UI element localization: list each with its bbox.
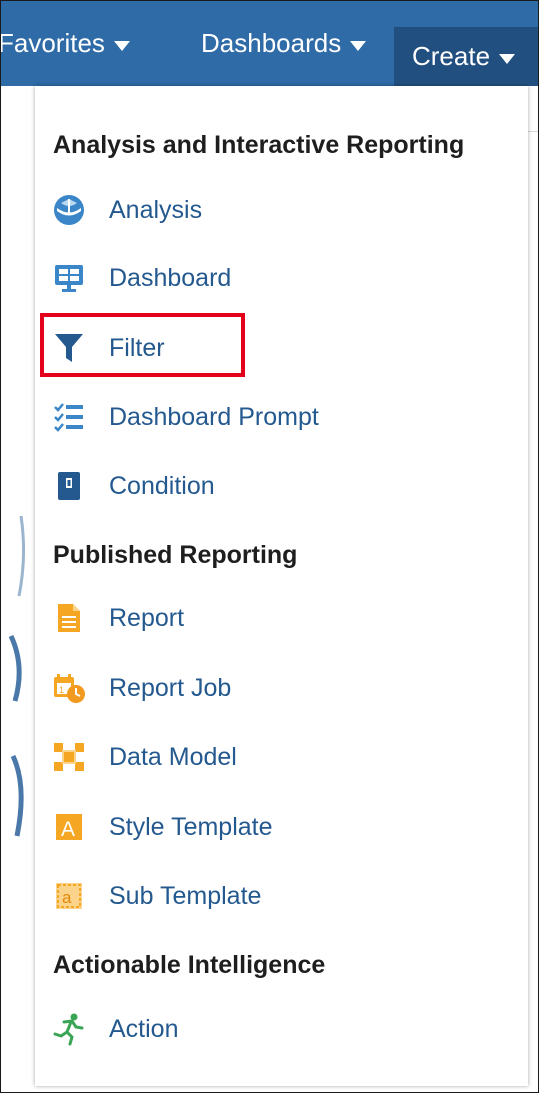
screenshot-frame: Favorites Dashboards Create Analysis and… bbox=[0, 0, 539, 1093]
menu-item-data-model[interactable]: Data Model bbox=[51, 731, 237, 783]
menu-item-label: Sub Template bbox=[109, 881, 262, 910]
sub-template-icon: a bbox=[51, 878, 87, 914]
background-divider bbox=[528, 131, 538, 132]
menu-item-label: Dashboard bbox=[109, 263, 232, 292]
menu-item-report[interactable]: Report bbox=[51, 592, 184, 644]
menu-item-label: Action bbox=[109, 1014, 179, 1043]
create-dropdown-menu: Analysis and Interactive Reporting Analy… bbox=[35, 86, 528, 1086]
dashboard-icon bbox=[51, 260, 87, 296]
dashboards-caret-icon bbox=[350, 40, 367, 51]
create-label: Create bbox=[412, 41, 491, 71]
menu-item-label: Report bbox=[109, 603, 185, 632]
background-graphic bbox=[8, 516, 26, 837]
create-caret-icon bbox=[499, 53, 516, 64]
filter-icon bbox=[51, 330, 87, 366]
section-heading-published-reporting: Published Reporting bbox=[53, 541, 298, 569]
favorites-menu[interactable]: Favorites bbox=[0, 1, 130, 86]
analysis-icon bbox=[51, 192, 87, 228]
dashboards-menu[interactable]: Dashboards bbox=[201, 1, 367, 86]
top-nav-bar: Favorites Dashboards Create bbox=[1, 1, 538, 86]
favorites-caret-icon bbox=[113, 40, 130, 51]
action-icon bbox=[51, 1011, 87, 1047]
menu-item-label: Filter bbox=[109, 333, 165, 362]
create-menu[interactable]: Create bbox=[394, 27, 538, 86]
menu-item-label: Data Model bbox=[109, 742, 237, 771]
svg-text:1: 1 bbox=[59, 685, 64, 695]
svg-text:a: a bbox=[62, 888, 72, 907]
menu-item-sub-template[interactable]: a Sub Template bbox=[51, 870, 261, 922]
background-page bbox=[1, 86, 31, 1092]
condition-icon bbox=[51, 468, 87, 504]
style-template-icon: A bbox=[51, 809, 87, 845]
dashboards-label: Dashboards bbox=[201, 28, 342, 58]
menu-item-report-job[interactable]: 1 Report Job bbox=[51, 662, 231, 714]
menu-item-condition[interactable]: Condition bbox=[51, 460, 215, 512]
favorites-label: Favorites bbox=[0, 28, 105, 58]
menu-item-dashboard-prompt[interactable]: Dashboard Prompt bbox=[51, 391, 319, 443]
section-heading-actionable-intelligence: Actionable Intelligence bbox=[53, 951, 326, 979]
menu-item-action[interactable]: Action bbox=[51, 1003, 178, 1055]
menu-item-label: Dashboard Prompt bbox=[109, 402, 319, 431]
menu-item-label: Condition bbox=[109, 471, 215, 500]
menu-item-dashboard[interactable]: Dashboard bbox=[51, 252, 231, 304]
menu-item-filter[interactable]: Filter bbox=[51, 322, 165, 374]
menu-item-label: Report Job bbox=[109, 673, 232, 702]
report-job-icon: 1 bbox=[51, 670, 87, 706]
menu-item-analysis[interactable]: Analysis bbox=[51, 184, 202, 236]
dashboard-prompt-icon bbox=[51, 399, 87, 435]
report-icon bbox=[51, 600, 87, 636]
menu-item-style-template[interactable]: A Style Template bbox=[51, 801, 273, 853]
section-heading-analysis: Analysis and Interactive Reporting bbox=[53, 131, 465, 159]
menu-item-label: Style Template bbox=[109, 812, 273, 841]
svg-text:A: A bbox=[61, 818, 75, 841]
data-model-icon bbox=[51, 739, 87, 775]
menu-item-label: Analysis bbox=[109, 195, 203, 224]
